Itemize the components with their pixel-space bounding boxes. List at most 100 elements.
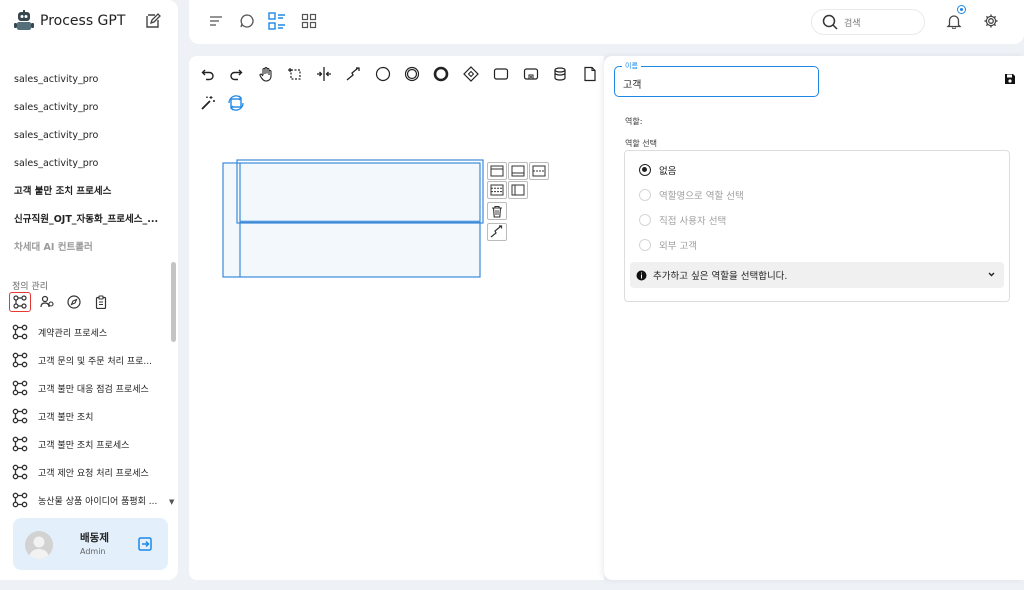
organization-icon[interactable] bbox=[36, 292, 58, 312]
add-lane-above-icon[interactable] bbox=[487, 162, 507, 180]
radio-button[interactable] bbox=[639, 214, 651, 226]
process-definition-label: 고객 불만 대응 점검 프로세스 bbox=[38, 384, 149, 395]
role-info-expansion[interactable]: 추가하고 싶은 역할을 선택합니다. bbox=[630, 262, 1004, 288]
space-tool-icon[interactable] bbox=[315, 65, 333, 83]
bpmn-canvas[interactable] bbox=[189, 56, 604, 580]
process-definition-item[interactable]: 고객 불만 대응 점검 프로세스 bbox=[0, 374, 168, 402]
role-option-label: 역할명으로 역할 선택 bbox=[659, 191, 744, 202]
name-field-value: 고객 bbox=[623, 80, 642, 91]
role-option-external-customer[interactable]: 외부 고객 bbox=[639, 238, 697, 252]
role-option-direct-user[interactable]: 직접 사용자 선택 bbox=[639, 213, 726, 227]
chevron-down-icon bbox=[988, 272, 995, 277]
add-lane-below-icon[interactable] bbox=[508, 162, 528, 180]
delete-trash-icon[interactable] bbox=[487, 202, 507, 220]
chat-bubble-icon[interactable] bbox=[238, 12, 256, 30]
sidebar-recent-item[interactable]: 차세대 AI 컨트롤러 bbox=[0, 234, 170, 262]
compass-icon[interactable] bbox=[63, 292, 85, 312]
logout-icon[interactable] bbox=[138, 537, 152, 551]
connect-tool-icon[interactable] bbox=[487, 223, 507, 241]
process-definition-item[interactable]: 고객 불만 조치 프로세스 bbox=[0, 430, 168, 458]
notification-bell-icon[interactable] bbox=[945, 12, 963, 30]
save-icon[interactable] bbox=[1004, 73, 1016, 85]
process-definition-item[interactable]: 농산물 상품 아이디어 품평회 ... bbox=[0, 486, 168, 514]
process-definition-icon bbox=[12, 408, 28, 424]
search-icon bbox=[822, 14, 838, 30]
subprocess-icon[interactable] bbox=[522, 65, 540, 83]
section-label-definition: 정의 관리 bbox=[12, 282, 48, 292]
grid-view-icon[interactable] bbox=[300, 12, 318, 30]
global-connect-icon[interactable] bbox=[345, 65, 363, 83]
process-definition-icon bbox=[12, 464, 28, 480]
divide-three-lanes-icon[interactable] bbox=[487, 181, 507, 199]
change-type-icon[interactable] bbox=[508, 181, 528, 199]
new-chat-edit-icon[interactable] bbox=[145, 13, 161, 29]
hand-tool-icon[interactable] bbox=[257, 65, 275, 83]
intermediate-event-icon[interactable] bbox=[403, 65, 421, 83]
data-store-icon[interactable] bbox=[551, 65, 569, 83]
magic-wand-icon[interactable] bbox=[199, 94, 217, 112]
divide-two-lanes-icon[interactable] bbox=[529, 162, 549, 180]
menu-collapse-icon[interactable] bbox=[207, 12, 225, 30]
process-definition-label: 고객 불만 조치 bbox=[38, 412, 94, 423]
process-definition-label: 고객 문의 및 주문 처리 프로... bbox=[38, 356, 152, 367]
bpmn-pool-diagram[interactable] bbox=[219, 156, 519, 286]
task-icon[interactable] bbox=[492, 65, 510, 83]
user-profile-card[interactable]: 배동제 Admin bbox=[13, 518, 168, 570]
process-definition-icon bbox=[12, 492, 28, 508]
gateway-icon[interactable] bbox=[462, 65, 480, 83]
sidebar-scrollbar[interactable] bbox=[171, 262, 176, 342]
search-box[interactable]: 검색 bbox=[811, 9, 925, 35]
process-definition-label: 고객 불만 조치 프로세스 bbox=[38, 440, 130, 451]
sidebar-recent-item[interactable]: 고객 불만 조치 프로세스 bbox=[0, 178, 170, 206]
start-event-icon[interactable] bbox=[374, 65, 392, 83]
process-list-view-icon[interactable] bbox=[268, 12, 286, 30]
user-name: 배동제 bbox=[80, 532, 109, 544]
data-object-icon[interactable] bbox=[581, 65, 599, 83]
process-definition-icon bbox=[12, 352, 28, 368]
process-definition-item[interactable]: 고객 문의 및 주문 처리 프로... bbox=[0, 346, 168, 374]
recent-list: sales_activity_pro sales_activity_pro sale… bbox=[0, 66, 170, 262]
role-option-label: 없음 bbox=[659, 166, 677, 177]
end-event-icon[interactable] bbox=[432, 65, 450, 83]
avatar bbox=[25, 531, 53, 559]
user-role: Admin bbox=[80, 547, 106, 556]
process-definition-item[interactable]: 계약관리 프로세스 bbox=[0, 318, 168, 346]
process-definition-item[interactable]: 고객 제안 요청 처리 프로세스 bbox=[0, 458, 168, 486]
process-definition-icon bbox=[12, 380, 28, 396]
process-definition-list: 계약관리 프로세스고객 문의 및 주문 처리 프로... 고객 불만 대응 점검 … bbox=[0, 318, 168, 514]
role-selection-box: 없음 역할명으로 역할 선택 직접 사용자 선택 외부 고객 추가하고 싶은 역… bbox=[624, 150, 1010, 302]
radio-button[interactable] bbox=[639, 189, 651, 201]
process-definition-label: 계약관리 프로세스 bbox=[38, 328, 108, 339]
lasso-tool-icon[interactable] bbox=[286, 65, 304, 83]
settings-gear-icon[interactable] bbox=[982, 12, 1000, 30]
radio-button[interactable] bbox=[639, 239, 651, 251]
brand[interactable]: Process GPT bbox=[14, 10, 125, 32]
role-select-label: 역할 선택 bbox=[625, 139, 657, 148]
process-definition-item[interactable]: 고객 불만 조치 bbox=[0, 402, 168, 430]
sidebar-recent-item[interactable]: 신규직원_OJT_자동화_프로세스_... bbox=[0, 206, 170, 234]
scroll-down-arrow-icon[interactable]: ▼ bbox=[169, 498, 174, 506]
info-icon bbox=[636, 270, 647, 280]
role-option-none[interactable]: 없음 bbox=[639, 163, 676, 177]
role-option-label: 직접 사용자 선택 bbox=[659, 216, 727, 227]
undo-icon[interactable] bbox=[199, 65, 217, 83]
process-definition-icon[interactable] bbox=[9, 292, 31, 312]
name-field[interactable]: 이름 고객 bbox=[614, 61, 819, 97]
sidebar-recent-item[interactable]: sales_activity_pro bbox=[0, 122, 170, 150]
role-label: 역할: bbox=[625, 117, 643, 126]
role-info-text: 추가하고 싶은 역할을 선택합니다. bbox=[653, 271, 788, 282]
sidebar-recent-item[interactable]: sales_activity_pro bbox=[0, 94, 170, 122]
sidebar-recent-item[interactable]: sales_activity_pro bbox=[0, 66, 170, 94]
sidebar-recent-item[interactable]: sales_activity_pro bbox=[0, 150, 170, 178]
role-option-by-role-name[interactable]: 역할명으로 역할 선택 bbox=[639, 188, 744, 202]
radio-button-selected[interactable] bbox=[639, 164, 651, 176]
definition-toolbar bbox=[9, 292, 112, 312]
role-option-label: 외부 고객 bbox=[659, 241, 697, 252]
top-header: 검색 bbox=[189, 0, 1024, 44]
notification-badge bbox=[957, 5, 966, 14]
lane-swap-icon[interactable] bbox=[227, 94, 245, 112]
process-definition-icon bbox=[12, 324, 28, 340]
process-definition-label: 농산물 상품 아이디어 품평회 ... bbox=[38, 496, 158, 507]
clipboard-icon[interactable] bbox=[90, 292, 112, 312]
redo-icon[interactable] bbox=[227, 65, 245, 83]
